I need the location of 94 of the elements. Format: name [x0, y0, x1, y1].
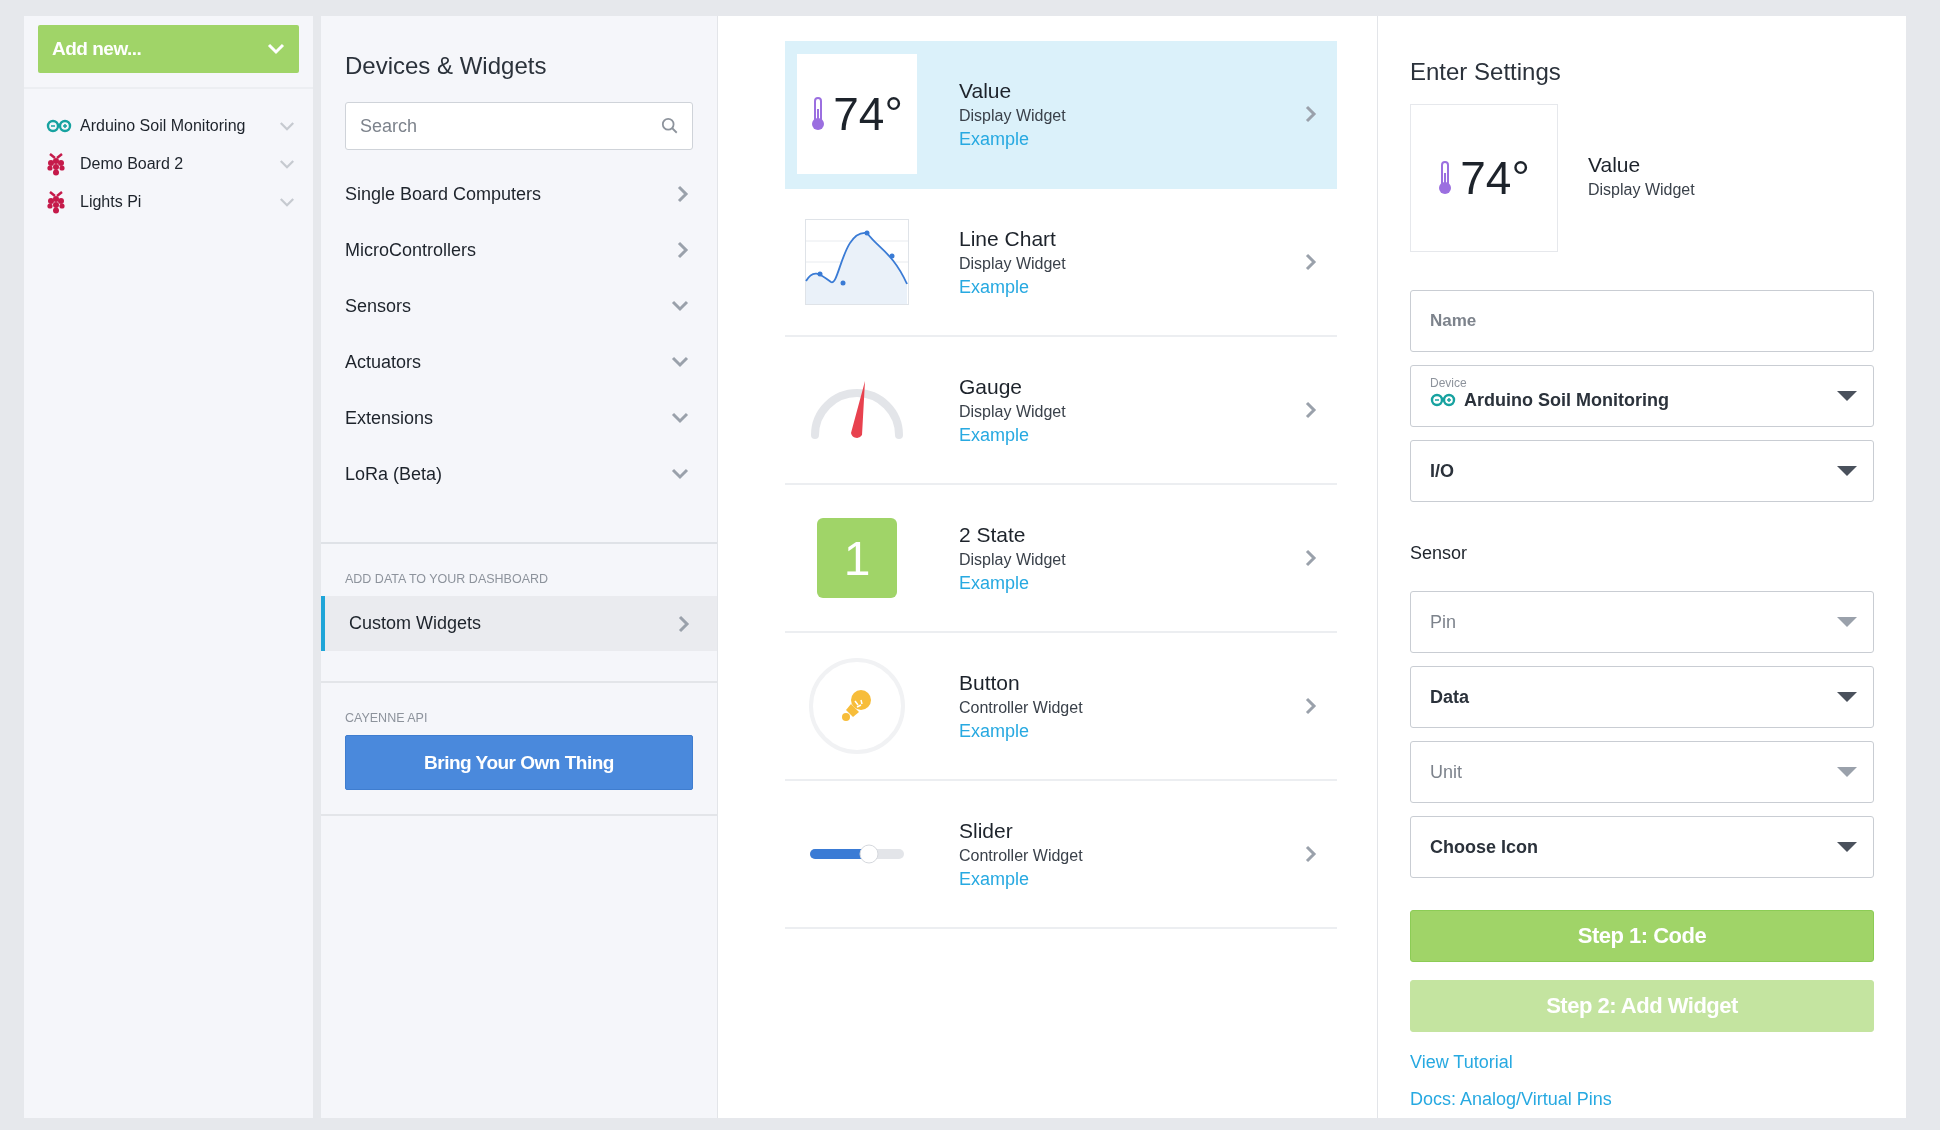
device-name: Arduino Soil Monitoring: [80, 117, 247, 135]
category-item[interactable]: Extensions: [345, 390, 693, 446]
custom-widgets-item[interactable]: Custom Widgets: [321, 596, 717, 651]
chevron-right-icon: [677, 241, 689, 259]
dropdown-caret-icon: [1837, 767, 1857, 777]
widget-name: Slider: [959, 818, 1014, 843]
field-value: Arduino Soil Monitoring: [1464, 389, 1669, 411]
category-label: Extensions: [345, 407, 434, 429]
widget-name: 2 State: [959, 522, 1027, 547]
widget-type: Display Widget: [959, 254, 1067, 273]
chevron-right-icon: [1305, 105, 1317, 123]
infinity-logo-icon: [46, 119, 72, 133]
section-heading: ADD DATA TO YOUR DASHBOARD: [344, 572, 550, 588]
widget-name: Gauge: [959, 374, 1024, 399]
widget-type: Controller Widget: [959, 698, 1084, 717]
widget-type: Display Widget: [1588, 181, 1695, 199]
chevron-down-icon: [671, 412, 689, 424]
dropdown-caret-icon: [1837, 391, 1857, 401]
widget-item[interactable]: Line Chart Display Widget Example: [785, 189, 1337, 337]
section-heading: CAYENNE API: [344, 711, 429, 727]
select-field[interactable]: Pin: [1410, 591, 1874, 653]
bring-your-own-thing-button[interactable]: Bring Your Own Thing: [345, 735, 693, 790]
select-field[interactable]: Unit: [1410, 741, 1874, 803]
field-placeholder: Pin: [1430, 611, 1456, 633]
temperature-reading: 74°: [1460, 151, 1530, 205]
select-field[interactable]: Device Arduino Soil Monitoring: [1410, 365, 1874, 427]
infinity-logo-icon: [1430, 393, 1456, 407]
widget-item[interactable]: 1 2 State Display Widget Example: [785, 485, 1337, 633]
widget-name: Value: [1588, 153, 1642, 177]
search-icon: [661, 117, 679, 135]
category-label: MicroControllers: [345, 239, 477, 261]
category-item[interactable]: Actuators: [345, 334, 693, 390]
widget-type: Display Widget: [959, 106, 1067, 125]
field-value: Choose Icon: [1430, 836, 1538, 858]
category-label: Sensors: [345, 295, 412, 317]
select-field[interactable]: Choose Icon: [1410, 816, 1874, 878]
field-value: Data: [1430, 686, 1469, 708]
category-label: Actuators: [345, 351, 422, 373]
widget-item[interactable]: 74° Value Display Widget Example: [785, 41, 1337, 189]
device-name: Demo Board 2: [80, 155, 185, 173]
search-field[interactable]: Search: [345, 102, 693, 150]
dropdown-caret-icon: [1837, 466, 1857, 476]
state-tile: 1: [817, 518, 897, 598]
device-item[interactable]: Demo Board 2: [46, 145, 313, 183]
chevron-down-icon: [279, 120, 295, 132]
category-item[interactable]: LoRa (Beta): [345, 446, 693, 502]
panel-title: Devices & Widgets: [345, 52, 548, 80]
device-name: Lights Pi: [80, 193, 143, 211]
dropdown-caret-icon: [1837, 842, 1857, 852]
chevron-down-icon: [279, 196, 295, 208]
chevron-right-icon: [1305, 697, 1317, 715]
widget-name: Value: [959, 78, 1013, 103]
category-item[interactable]: Sensors: [345, 278, 693, 334]
section-heading: Sensor: [1410, 542, 1469, 565]
chevron-right-icon: [1305, 549, 1317, 567]
device-item[interactable]: Lights Pi: [46, 183, 313, 221]
chevron-down-icon: [279, 158, 295, 170]
chevron-right-icon: [677, 185, 689, 203]
select-field[interactable]: I/O: [1410, 440, 1874, 502]
category-item[interactable]: Single Board Computers: [345, 166, 693, 222]
chevron-right-icon: [1305, 253, 1317, 271]
panel-title: Enter Settings: [1410, 58, 1562, 86]
widget-item[interactable]: Button Controller Widget Example: [785, 633, 1337, 781]
dropdown-caret-icon: [1837, 692, 1857, 702]
category-label: Single Board Computers: [345, 183, 542, 205]
widget-type: Display Widget: [959, 402, 1067, 421]
widget-name: Button: [959, 670, 1021, 695]
category-item[interactable]: MicroControllers: [345, 222, 693, 278]
device-item[interactable]: Arduino Soil Monitoring: [46, 107, 313, 145]
widget-type: Controller Widget: [959, 846, 1084, 865]
select-field[interactable]: Data: [1410, 666, 1874, 728]
field-placeholder: Unit: [1430, 761, 1462, 783]
chevron-down-icon: [671, 300, 689, 312]
raspberry-icon: [46, 190, 66, 214]
item-label: Custom Widgets: [349, 613, 482, 634]
field-value: I/O: [1430, 460, 1454, 482]
chevron-right-icon: [1305, 845, 1317, 863]
widget-item[interactable]: Gauge Display Widget Example: [785, 337, 1337, 485]
widget-type: Display Widget: [959, 550, 1067, 569]
chevron-right-icon: [678, 614, 690, 633]
chevron-down-icon: [671, 468, 689, 480]
field-label: Device: [1430, 375, 1468, 390]
chevron-down-icon: [671, 356, 689, 368]
chevron-right-icon: [1305, 401, 1317, 419]
dropdown-caret-icon: [1837, 617, 1857, 627]
temperature-reading: 74°: [833, 87, 903, 141]
raspberry-icon: [46, 152, 66, 176]
category-label: LoRa (Beta): [345, 463, 443, 485]
name-field[interactable]: Name: [1410, 290, 1874, 352]
chevron-down-icon: [267, 43, 285, 55]
thermometer-icon: [1438, 161, 1453, 195]
thermometer-icon: [811, 97, 826, 131]
widget-item[interactable]: Slider Controller Widget Example: [785, 781, 1337, 929]
widget-name: Line Chart: [959, 226, 1057, 251]
